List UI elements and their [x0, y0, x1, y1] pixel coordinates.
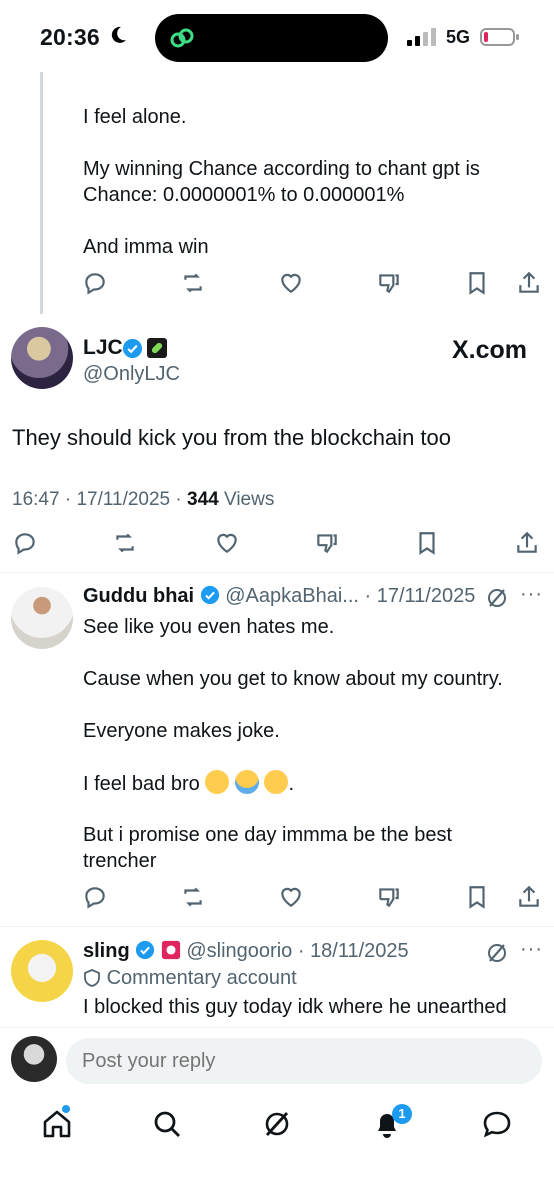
- reply1-date: 17/11/2025: [376, 585, 476, 607]
- reply1-text-end: .: [288, 773, 294, 795]
- pill-affiliate-icon: [147, 338, 167, 358]
- verified-badge-icon: [122, 338, 143, 359]
- messages-icon[interactable]: [480, 1107, 514, 1141]
- affiliate-badge-icon: [161, 940, 180, 960]
- divider: [0, 926, 554, 927]
- loudly-crying-emoji: [234, 770, 259, 794]
- dynamic-island: [155, 14, 388, 62]
- my-avatar[interactable]: [11, 1036, 57, 1082]
- ljc-avatar[interactable]: [11, 327, 73, 389]
- reply1-text-body: See like you even hates me. Cause when y…: [83, 616, 503, 795]
- more-options-icon[interactable]: ···: [520, 938, 543, 961]
- grok-icon[interactable]: [485, 941, 509, 965]
- reply2-label: Commentary account: [106, 967, 297, 989]
- main-post-text: They should kick you from the blockchain…: [12, 425, 452, 450]
- like-icon[interactable]: [214, 530, 240, 556]
- reply2-header: sling @slingoorio · 18/11/2025: [83, 940, 409, 962]
- reply-composer: [0, 1027, 554, 1093]
- share-icon[interactable]: [514, 530, 540, 556]
- link-activity-icon: [170, 28, 194, 48]
- dislike-icon[interactable]: [376, 270, 402, 296]
- search-icon[interactable]: [150, 1107, 184, 1141]
- reply2-author[interactable]: sling: [83, 940, 130, 962]
- reply-icon[interactable]: [82, 270, 108, 296]
- views-count: 344: [187, 489, 219, 510]
- reply1-actions: [0, 884, 554, 914]
- verified-badge-icon: [136, 940, 155, 960]
- like-icon[interactable]: [278, 884, 304, 910]
- like-icon[interactable]: [278, 270, 304, 296]
- reply1-text: See like you even hates me. Cause when y…: [83, 614, 503, 797]
- home-icon[interactable]: [40, 1107, 74, 1141]
- reply2-label-row: Commentary account: [83, 967, 297, 990]
- main-post-handle[interactable]: @OnlyLJC: [83, 363, 180, 386]
- pensive-emoji: [205, 770, 230, 794]
- crying-emoji: [264, 770, 289, 794]
- main-post-meta: 16:47 · 17/11/2025 · 344 Views: [12, 489, 275, 510]
- bookmark-icon[interactable]: [464, 884, 490, 910]
- verified-badge-icon: [200, 585, 219, 605]
- commentary-shield-icon: [84, 969, 100, 987]
- battery-icon: [480, 28, 519, 46]
- reply1-text2: But i promise one day immma be the best …: [83, 824, 453, 872]
- source-watermark: X.com: [452, 336, 528, 364]
- home-new-dot: [62, 1105, 70, 1113]
- reply-icon[interactable]: [82, 884, 108, 910]
- reply2-date: 18/11/2025: [310, 940, 409, 962]
- share-icon[interactable]: [516, 270, 542, 296]
- moon-icon: [111, 26, 126, 43]
- notifications-badge: 1: [392, 1104, 412, 1124]
- guddu-avatar[interactable]: [11, 587, 73, 649]
- more-options-icon[interactable]: ···: [520, 583, 543, 606]
- repost-icon[interactable]: [180, 884, 206, 910]
- bottom-tab-bar: [0, 1093, 554, 1200]
- repost-icon[interactable]: [112, 530, 138, 556]
- main-post-actions: [0, 530, 554, 560]
- reply-input[interactable]: [66, 1038, 542, 1084]
- dislike-icon[interactable]: [314, 530, 340, 556]
- grok-icon[interactable]: [485, 586, 509, 610]
- main-post-author[interactable]: LJC: [83, 336, 123, 360]
- views-label: Views: [224, 489, 275, 510]
- bookmark-icon[interactable]: [464, 270, 490, 296]
- bookmark-icon[interactable]: [414, 530, 440, 556]
- reply1-handle[interactable]: @AapkaBhai...: [225, 585, 359, 607]
- repost-icon[interactable]: [180, 270, 206, 296]
- divider: [0, 572, 554, 573]
- post-time: 16:47: [12, 489, 60, 510]
- dislike-icon[interactable]: [376, 884, 402, 910]
- status-bar: 20:36 5G: [0, 0, 554, 72]
- signal-icon: [407, 28, 436, 46]
- status-time: 20:36: [40, 24, 100, 50]
- thread-post-actions: [0, 270, 554, 300]
- reply-icon[interactable]: [12, 530, 38, 556]
- reply2-handle[interactable]: @slingoorio: [186, 940, 292, 962]
- reply2-text: I blocked this guy today idk where he un…: [83, 996, 507, 1018]
- reply1-author[interactable]: Guddu bhai: [83, 585, 194, 607]
- grok-icon[interactable]: [260, 1107, 294, 1141]
- post-date: 17/11/2025: [76, 489, 171, 510]
- sling-avatar[interactable]: [11, 940, 73, 1002]
- share-icon[interactable]: [516, 884, 542, 910]
- network-label: 5G: [446, 27, 471, 47]
- reply1-header: Guddu bhai @AapkaBhai... · 17/11/2025: [83, 585, 476, 607]
- thread-post-text: I feel alone. My winning Chance accordin…: [83, 106, 480, 258]
